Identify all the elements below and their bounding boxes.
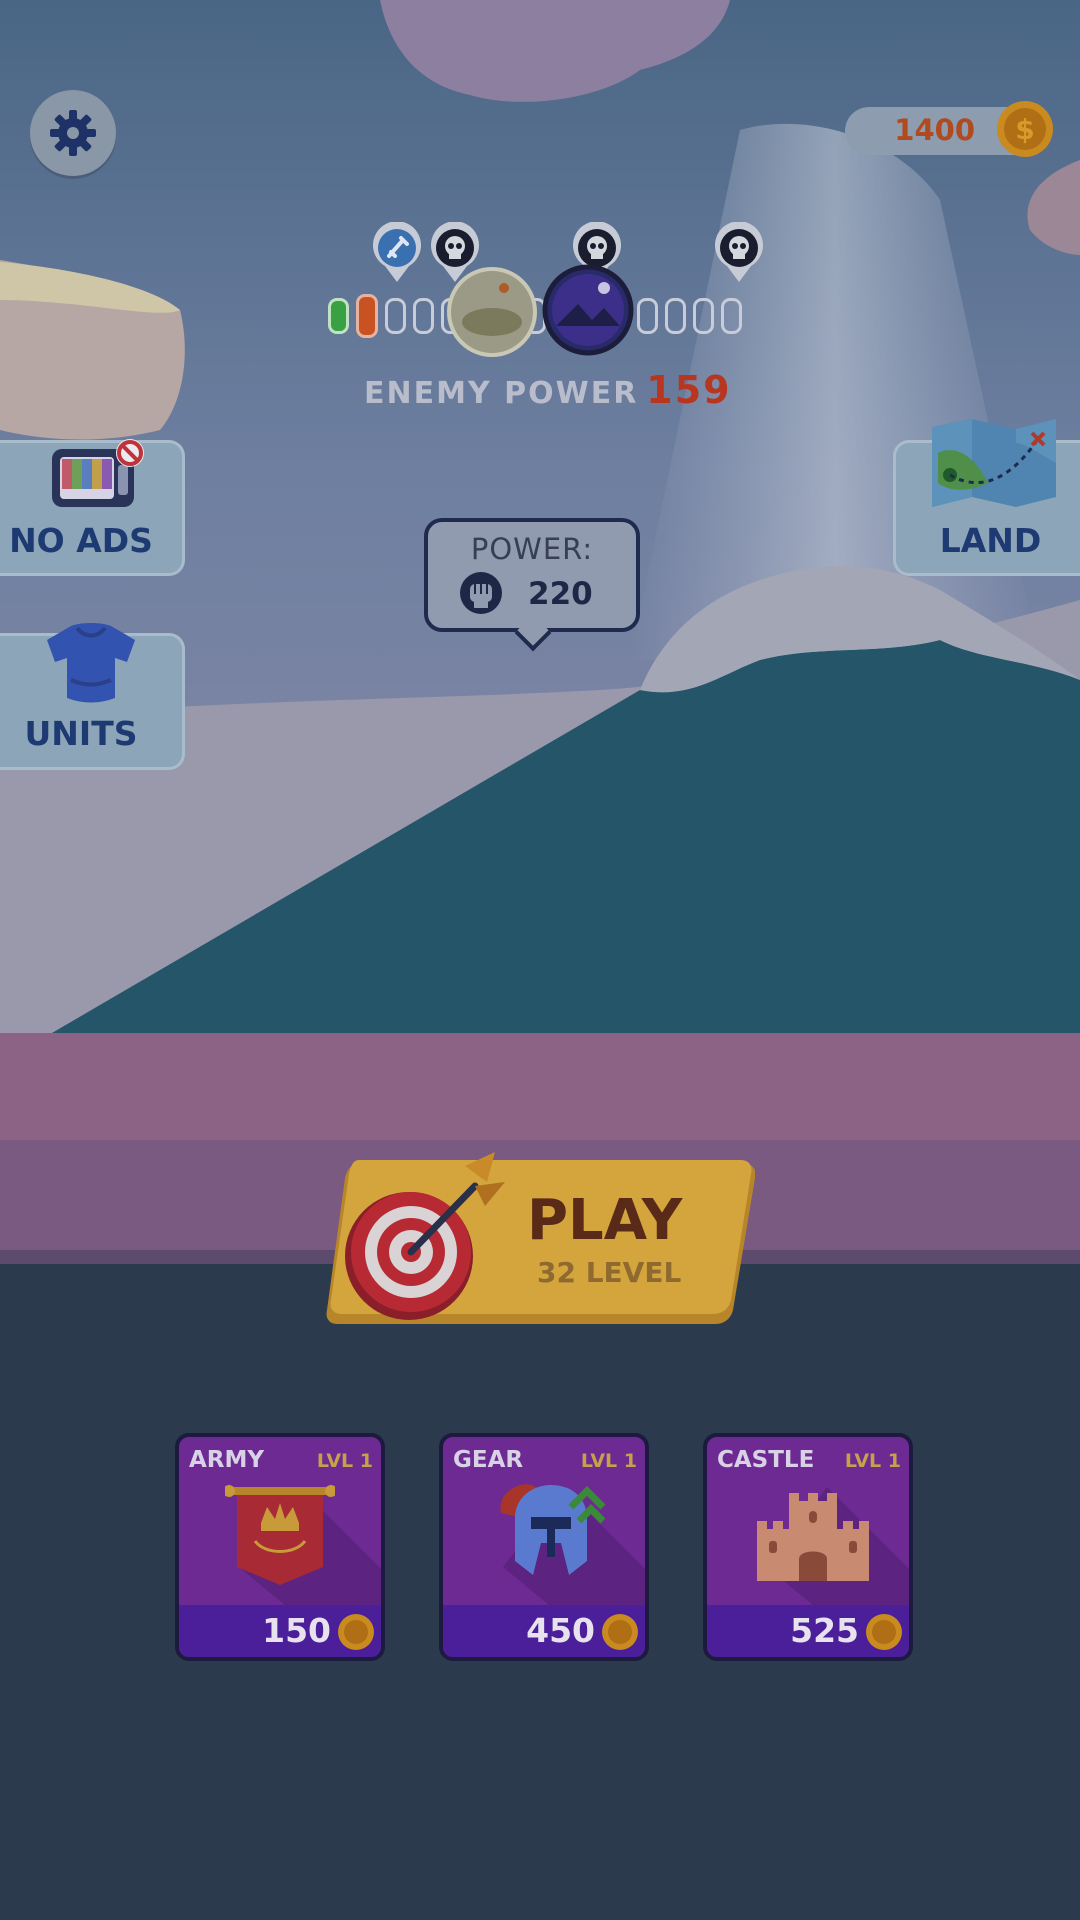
army-upgrade-card[interactable]: ARMY LVL 1 150 [175, 1433, 385, 1661]
gear-icon [50, 110, 96, 156]
level-progress: ENEMY POWER 159 [328, 222, 763, 412]
power-tooltip: POWER: 220 [424, 518, 640, 652]
card-level: LVL 1 [844, 1450, 901, 1472]
coin-counter: 1400 $ [845, 101, 1053, 157]
units-button[interactable]: UNITS [0, 623, 185, 770]
card-level: LVL 1 [580, 1450, 637, 1472]
fist-icon [460, 572, 502, 614]
power-title: POWER: [470, 532, 594, 566]
enemy-power-text: ENEMY POWER [364, 376, 639, 411]
card-title: CASTLE [717, 1447, 815, 1473]
progress-segment [665, 298, 686, 334]
previous-level-icon [447, 267, 537, 357]
armor-icon [47, 623, 135, 703]
card-price: 150 [262, 1611, 331, 1650]
card-title: GEAR [453, 1447, 524, 1473]
settings-button[interactable] [30, 90, 116, 176]
coin-icon: $ [997, 101, 1053, 157]
progress-segment [385, 298, 406, 334]
castle-icon [757, 1493, 869, 1581]
card-price-bar: 525 [707, 1605, 909, 1657]
progress-segment [693, 298, 714, 334]
sword-pin-icon [373, 222, 421, 282]
target-icon [345, 1152, 505, 1320]
castle-upgrade-card[interactable]: CASTLE LVL 1 525 [703, 1433, 913, 1661]
card-level: LVL 1 [316, 1450, 373, 1472]
card-price: 525 [790, 1611, 859, 1650]
progress-segment [356, 294, 378, 338]
helmet-icon [500, 1484, 606, 1575]
progress-segment [637, 298, 658, 334]
progress-segment [721, 298, 742, 334]
progress-segment [413, 298, 434, 334]
units-label: UNITS [24, 714, 138, 753]
card-price-bar: 150 [179, 1605, 381, 1657]
enemy-power-value: 159 [646, 368, 732, 412]
coin-amount: 1400 [894, 113, 975, 147]
no-ads-button[interactable]: NO ADS [0, 439, 185, 576]
play-label: PLAY [527, 1188, 683, 1253]
progress-segment [328, 298, 349, 334]
card-title: ARMY [189, 1447, 265, 1473]
enemy-power-label: ENEMY POWER 159 [364, 368, 732, 412]
level-label: 32 LEVEL [537, 1256, 682, 1289]
power-value: 220 [528, 576, 593, 612]
play-button[interactable]: PLAY 32 LEVEL [325, 1150, 755, 1330]
no-ads-tv-icon [52, 439, 144, 507]
coin-icon [338, 1614, 374, 1650]
coin-icon [602, 1614, 638, 1650]
no-ads-label: NO ADS [9, 521, 153, 560]
land-label: LAND [939, 521, 1042, 560]
skull-pin-icon [715, 222, 763, 282]
card-price: 450 [526, 1611, 595, 1650]
svg-text:$: $ [1015, 113, 1034, 146]
coin-icon [866, 1614, 902, 1650]
land-button[interactable]: LAND [893, 419, 1080, 576]
map-icon [932, 419, 1056, 507]
gear-upgrade-card[interactable]: GEAR LVL 1 450 [439, 1433, 649, 1661]
card-price-bar: 450 [443, 1605, 645, 1657]
banner-icon [225, 1485, 335, 1585]
current-level-icon [542, 264, 634, 356]
